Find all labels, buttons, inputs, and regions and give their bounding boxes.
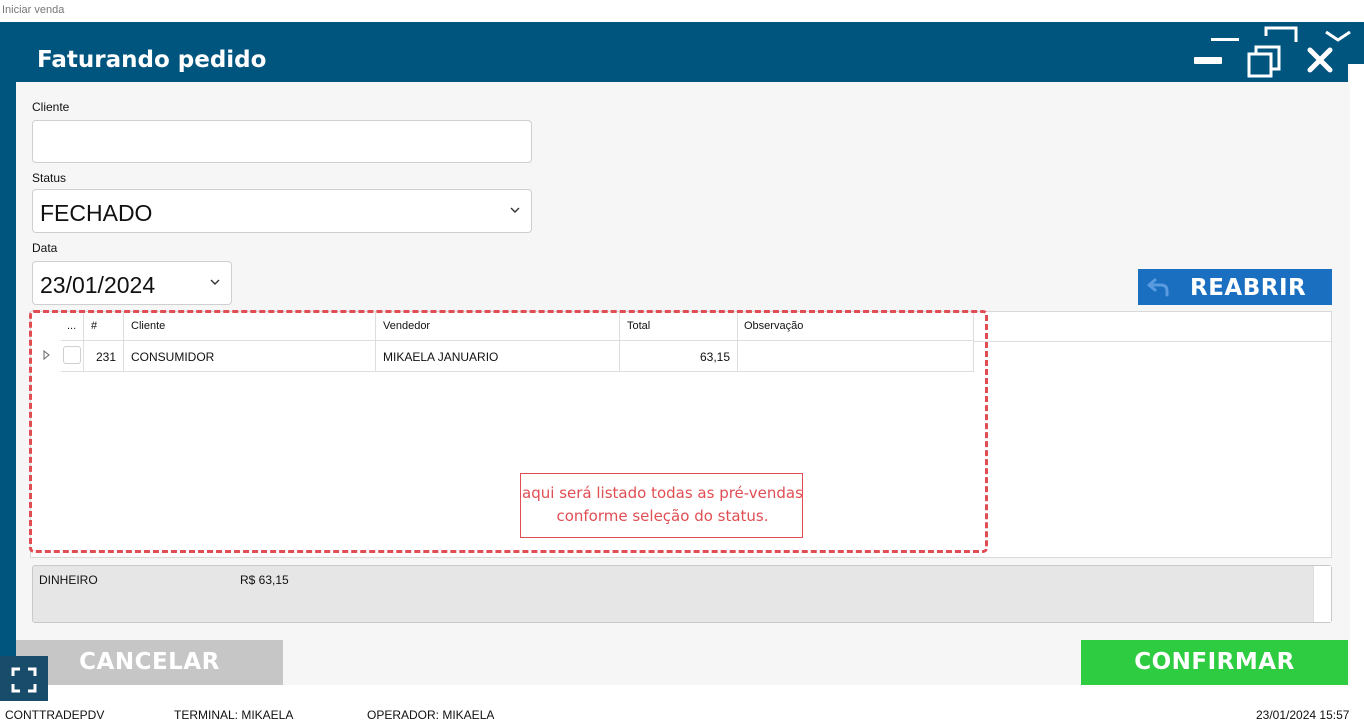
column-header-total[interactable]: Total xyxy=(620,312,738,341)
fullscreen-icon xyxy=(11,667,37,693)
table-cell-vendedor: MIKAELA JANUARIO xyxy=(376,341,620,372)
reabrir-label: REABRIR xyxy=(1190,275,1307,301)
column-header-id[interactable]: # xyxy=(84,312,124,341)
statusbar-app: CONTTRADEPDV xyxy=(5,708,105,722)
dialog-title: Faturando pedido xyxy=(37,47,267,73)
fullscreen-button[interactable] xyxy=(0,656,48,701)
column-header-cliente[interactable]: Cliente xyxy=(124,312,376,341)
annotation-note: aqui será listado todas as pré-vendas co… xyxy=(520,473,803,538)
status-value: FECHADO xyxy=(40,200,153,226)
cancel-button-label: CANCELAR xyxy=(79,649,220,675)
data-value: 23/01/2024 xyxy=(40,272,156,298)
statusbar-terminal: TERMINAL: MIKAELA xyxy=(174,708,294,722)
row-expand-icon[interactable] xyxy=(43,350,51,360)
row-checkbox[interactable] xyxy=(63,346,81,364)
status-select[interactable]: FECHADO xyxy=(32,189,532,233)
table-cell-observacao xyxy=(738,341,974,372)
annotation-line-2: conforme seleção do status. xyxy=(556,507,769,525)
table-cell-id: 231 xyxy=(84,341,124,372)
row-divider xyxy=(974,341,1331,342)
data-date-picker[interactable]: 23/01/2024 xyxy=(32,261,232,305)
column-header-observacao[interactable]: Observação xyxy=(738,312,974,341)
table-cell-cliente: CONSUMIDOR xyxy=(124,341,376,372)
table-cell-total: 63,15 xyxy=(620,341,738,372)
payment-summary: DINHEIRO R$ 63,15 xyxy=(32,565,1332,623)
background-window-controls xyxy=(1211,26,1351,42)
chevron-down-icon xyxy=(510,207,520,213)
table-row-select-cell[interactable] xyxy=(61,341,84,372)
column-header-select[interactable]: ... xyxy=(61,312,84,341)
payment-value: R$ 63,15 xyxy=(240,573,289,587)
background-side-bar xyxy=(0,22,16,682)
confirm-button-label: CONFIRMAR xyxy=(1134,649,1295,675)
statusbar-operator: OPERADOR: MIKAELA xyxy=(367,708,495,722)
cliente-input[interactable] xyxy=(32,120,532,163)
confirm-button[interactable]: CONFIRMAR xyxy=(1081,640,1348,685)
reabrir-button[interactable]: REABRIR xyxy=(1138,269,1332,305)
close-icon[interactable] xyxy=(1302,42,1338,78)
undo-icon xyxy=(1147,278,1169,297)
status-label: Status xyxy=(32,171,67,185)
payment-scrollbar[interactable] xyxy=(1313,566,1331,622)
statusbar-datetime: 23/01/2024 15:57 xyxy=(1256,708,1350,722)
data-label: Data xyxy=(32,241,58,255)
minimize-icon[interactable] xyxy=(1194,57,1222,64)
cliente-label: Cliente xyxy=(32,100,70,114)
chevron-down-icon xyxy=(210,279,220,285)
annotation-line-1: aqui será listado todas as pré-vendas xyxy=(522,484,803,502)
background-window-title: Iniciar venda xyxy=(2,4,65,16)
column-header-vendedor[interactable]: Vendedor xyxy=(376,312,620,341)
payment-method: DINHEIRO xyxy=(39,573,98,587)
cancel-button[interactable]: CANCELAR xyxy=(16,640,283,685)
restore-icon[interactable] xyxy=(1246,44,1282,78)
